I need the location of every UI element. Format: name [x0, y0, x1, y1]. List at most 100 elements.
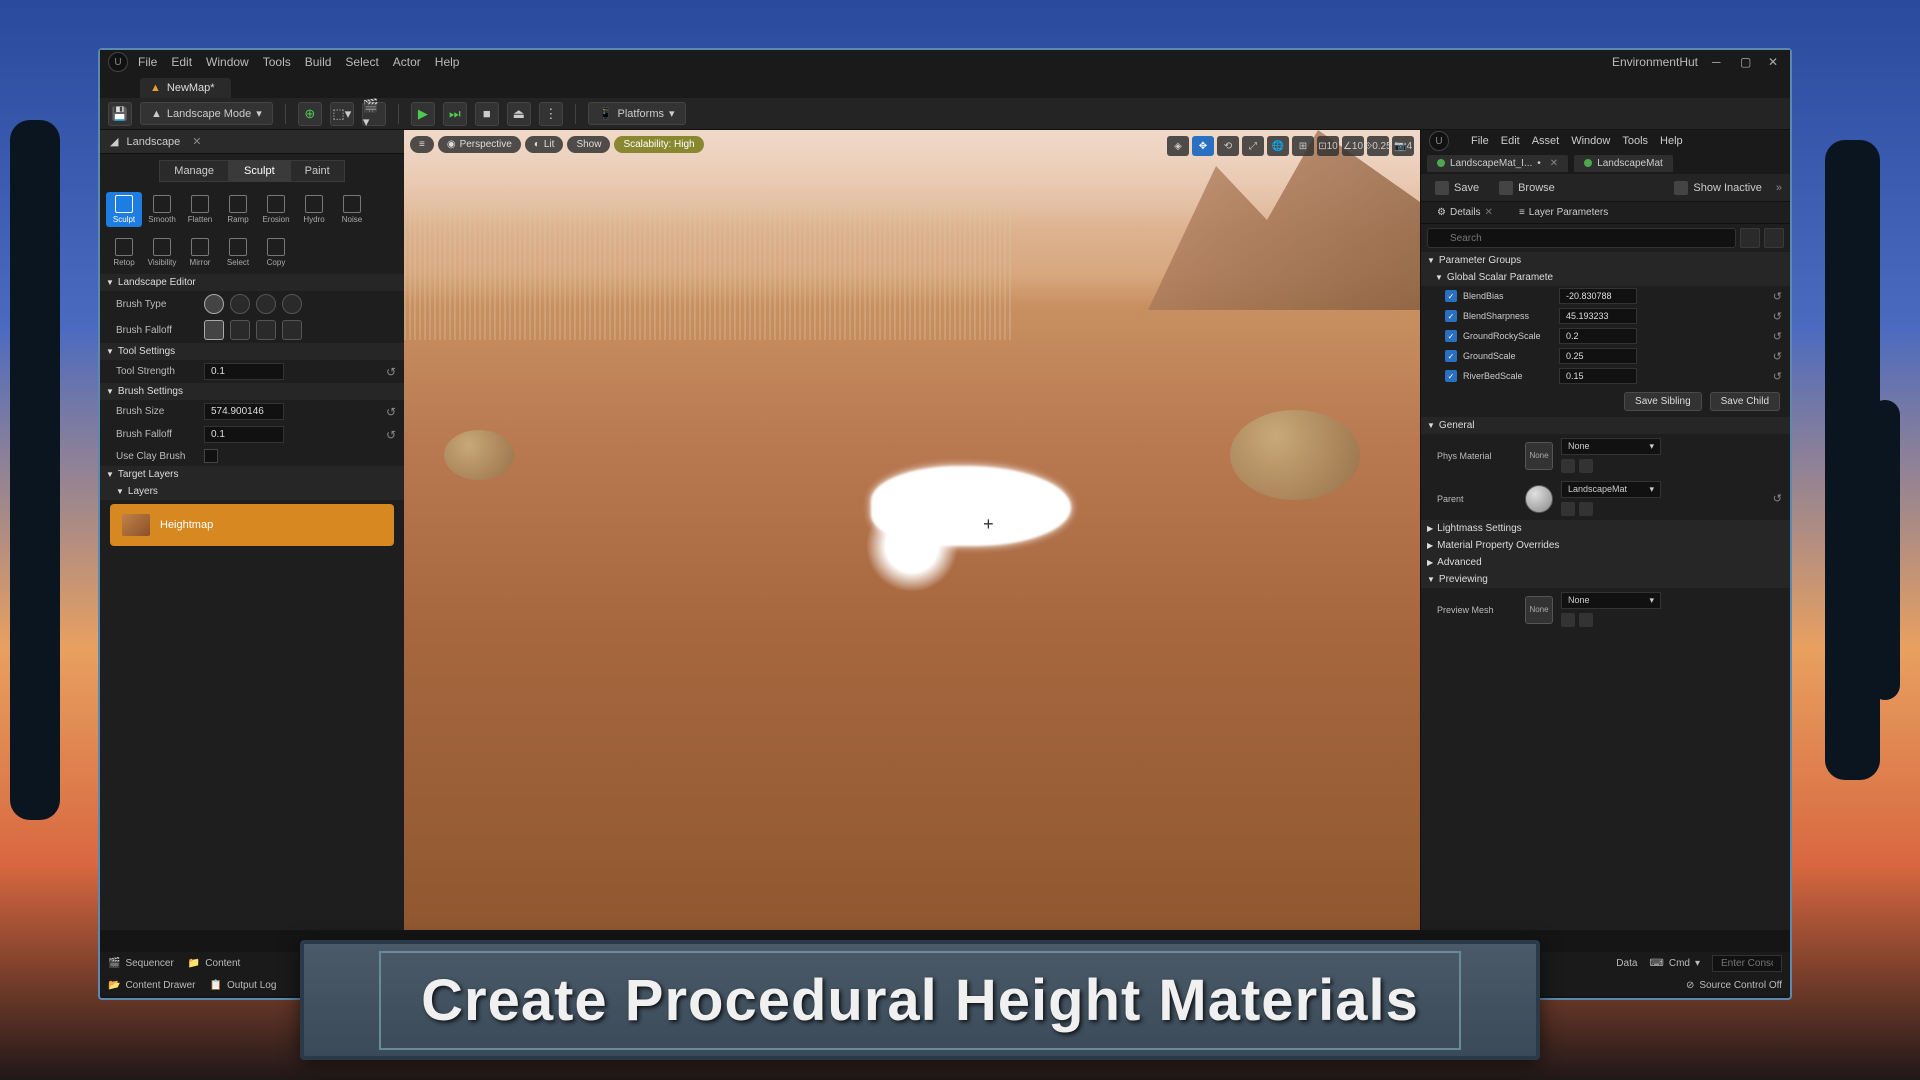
tab-landscapemat-inst[interactable]: LandscapeMat_I... •✕ [1427, 155, 1568, 172]
brush-alpha-icon[interactable] [230, 294, 250, 314]
section-general[interactable]: ▼General [1421, 417, 1790, 434]
settings-icon[interactable] [1764, 228, 1784, 248]
tab-close-icon[interactable]: ✕ [1550, 158, 1558, 169]
phys-mat-dropdown[interactable]: None▾ [1561, 438, 1661, 455]
close-icon[interactable]: ✕ [1485, 207, 1493, 218]
save-button[interactable]: Save [1429, 178, 1485, 198]
subtab-details[interactable]: ⚙ Details✕ [1427, 204, 1503, 221]
rmenu-tools[interactable]: Tools [1622, 135, 1648, 147]
section-landscape-editor[interactable]: ▼Landscape Editor [100, 274, 404, 291]
brush-falloff-input[interactable] [204, 426, 284, 443]
menu-build[interactable]: Build [305, 55, 332, 69]
tool-flatten[interactable]: Flatten [182, 192, 218, 227]
transform-scale-icon[interactable]: ⤢ [1242, 136, 1264, 156]
transform-select-icon[interactable]: ◈ [1167, 136, 1189, 156]
angle-snap[interactable]: ∠ 10 [1342, 136, 1364, 156]
section-target-layers[interactable]: ▼Target Layers [100, 466, 404, 483]
stop-icon[interactable]: ■ [475, 102, 499, 126]
param-checkbox[interactable]: ✓ [1445, 310, 1457, 322]
cinematics-icon[interactable]: 🎬▾ [362, 102, 386, 126]
minimize-icon[interactable]: ─ [1712, 55, 1726, 69]
tool-hydro[interactable]: Hydro [296, 192, 332, 227]
expand-icon[interactable]: » [1776, 182, 1782, 194]
tool-ramp[interactable]: Ramp [220, 192, 256, 227]
filter-icon[interactable] [1740, 228, 1760, 248]
param-checkbox[interactable]: ✓ [1445, 350, 1457, 362]
subtab-layer-params[interactable]: ≡ Layer Parameters [1509, 204, 1618, 221]
parent-dropdown[interactable]: LandscapeMat▾ [1561, 481, 1661, 498]
browse-to-icon[interactable] [1579, 502, 1593, 516]
reset-icon[interactable]: ↺ [1773, 330, 1782, 343]
mode-manage[interactable]: Manage [159, 160, 229, 182]
transform-rotate-icon[interactable]: ⟲ [1217, 136, 1239, 156]
section-previewing[interactable]: ▼Previewing [1421, 571, 1790, 588]
use-icon[interactable] [1561, 613, 1575, 627]
close-icon[interactable]: ✕ [1768, 55, 1782, 69]
section-brush-settings[interactable]: ▼Brush Settings [100, 383, 404, 400]
reset-icon[interactable]: ↺ [386, 405, 396, 419]
menu-edit[interactable]: Edit [171, 55, 192, 69]
menu-tools[interactable]: Tools [263, 55, 291, 69]
section-advanced[interactable]: ▶Advanced [1421, 554, 1790, 571]
show-inactive-toggle[interactable]: Show Inactive [1668, 178, 1767, 198]
viewport-show[interactable]: Show [567, 136, 610, 153]
tool-copy[interactable]: Copy [258, 235, 294, 270]
mode-sculpt[interactable]: Sculpt [229, 160, 290, 182]
eject-icon[interactable]: ⏏ [507, 102, 531, 126]
save-child-button[interactable]: Save Child [1710, 392, 1780, 411]
param-checkbox[interactable]: ✓ [1445, 290, 1457, 302]
reset-icon[interactable]: ↺ [1773, 310, 1782, 323]
preview-mesh-dropdown[interactable]: None▾ [1561, 592, 1661, 609]
param-value-input[interactable] [1559, 368, 1637, 384]
viewport-scalability[interactable]: Scalability: High [614, 136, 703, 153]
platforms-dropdown[interactable]: 📱 Platforms ▾ [588, 102, 686, 125]
use-icon[interactable] [1561, 502, 1575, 516]
preview-thumb[interactable]: None [1525, 596, 1553, 624]
grid-snap[interactable]: ⊡ 10 [1317, 136, 1339, 156]
viewport-perspective[interactable]: ◉ Perspective [438, 136, 521, 153]
save-icon[interactable]: 💾 [108, 102, 132, 126]
layer-heightmap[interactable]: Heightmap [110, 504, 394, 546]
content-button[interactable]: 📁 Content [188, 958, 240, 969]
mode-paint[interactable]: Paint [290, 160, 345, 182]
reset-icon[interactable]: ↺ [1773, 492, 1782, 505]
param-value-input[interactable] [1559, 328, 1637, 344]
menu-window[interactable]: Window [206, 55, 249, 69]
falloff-smooth-icon[interactable] [204, 320, 224, 340]
doc-tab-newmap[interactable]: ▲ NewMap* [140, 78, 231, 98]
brush-pattern-icon[interactable] [256, 294, 276, 314]
section-tool-settings[interactable]: ▼Tool Settings [100, 343, 404, 360]
mode-selector[interactable]: ▲ Landscape Mode ▾ [140, 102, 273, 125]
menu-help[interactable]: Help [435, 55, 460, 69]
surface-snap-icon[interactable]: ⊞ [1292, 136, 1314, 156]
param-checkbox[interactable]: ✓ [1445, 330, 1457, 342]
reset-icon[interactable]: ↺ [1773, 370, 1782, 383]
param-checkbox[interactable]: ✓ [1445, 370, 1457, 382]
tool-select[interactable]: Select [220, 235, 256, 270]
section-global-scalar[interactable]: ▼Global Scalar Paramete [1421, 269, 1790, 286]
browse-to-icon[interactable] [1579, 459, 1593, 473]
sequencer-button[interactable]: 🎬 Sequencer [108, 958, 174, 969]
falloff-tip-icon[interactable] [282, 320, 302, 340]
tool-noise[interactable]: Noise [334, 192, 370, 227]
source-control-button[interactable]: ⊘ Source Control Off [1686, 980, 1782, 991]
play-icon[interactable]: ▶ [411, 102, 435, 126]
browse-button[interactable]: Browse [1493, 178, 1561, 198]
use-clay-checkbox[interactable] [204, 449, 218, 463]
param-value-input[interactable] [1559, 348, 1637, 364]
save-sibling-button[interactable]: Save Sibling [1624, 392, 1702, 411]
maximize-icon[interactable]: ▢ [1740, 55, 1754, 69]
tool-mirror[interactable]: Mirror [182, 235, 218, 270]
transform-move-icon[interactable]: ✥ [1192, 136, 1214, 156]
viewport-menu-icon[interactable]: ≡ [410, 136, 434, 153]
section-mat-overrides[interactable]: ▶Material Property Overrides [1421, 537, 1790, 554]
menu-file[interactable]: File [138, 55, 157, 69]
reset-icon[interactable]: ↺ [1773, 350, 1782, 363]
menu-actor[interactable]: Actor [393, 55, 421, 69]
falloff-linear-icon[interactable] [230, 320, 250, 340]
console-input[interactable] [1712, 955, 1782, 972]
tool-smooth[interactable]: Smooth [144, 192, 180, 227]
menu-select[interactable]: Select [345, 55, 378, 69]
viewport-lit[interactable]: ◐ Lit [525, 136, 564, 153]
tool-sculpt[interactable]: Sculpt [106, 192, 142, 227]
